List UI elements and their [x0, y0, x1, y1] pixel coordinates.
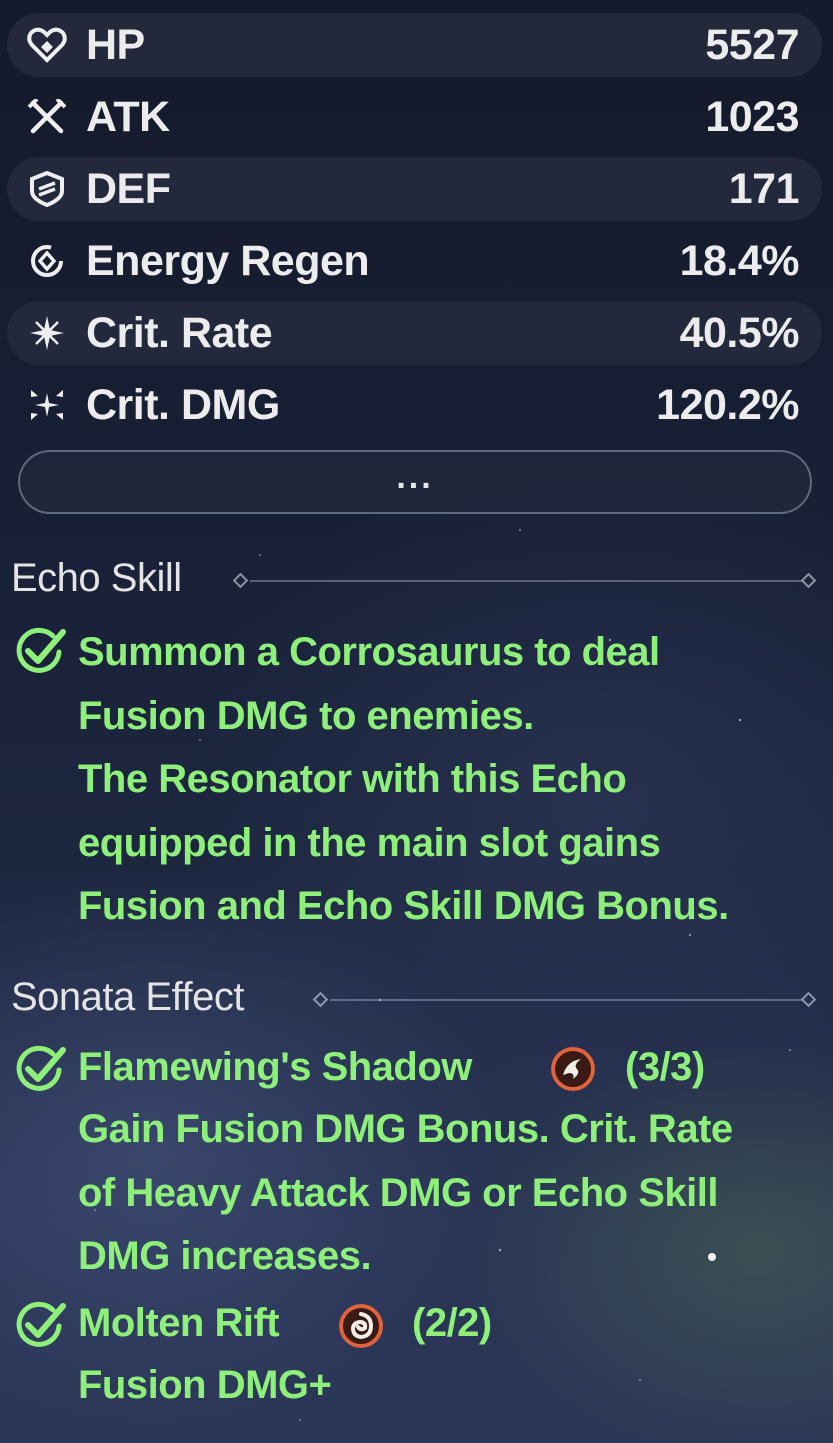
- stat-row-def: DEF 171: [7, 157, 822, 221]
- crossed-swords-icon: [27, 99, 67, 135]
- stat-row-crit-rate: Crit. Rate 40.5%: [7, 301, 822, 365]
- energy-regen-icon: [27, 243, 67, 279]
- echo-skill-line: Fusion and Echo Skill DMG Bonus.: [78, 884, 729, 928]
- crit-rate-star-icon: [27, 315, 67, 351]
- stat-label: Crit. Rate: [86, 309, 273, 357]
- check-circle-icon: [16, 627, 66, 673]
- stat-value: 1023: [705, 93, 799, 141]
- echo-skill-title: Echo Skill: [11, 556, 182, 600]
- sonata-line: of Heavy Attack DMG or Echo Skill: [78, 1170, 718, 1215]
- divider-diamond-icon: [232, 572, 249, 589]
- flamewing-icon: [551, 1047, 595, 1091]
- more-stats-button[interactable]: ...: [18, 450, 812, 514]
- sonata-set-count: (2/2): [412, 1301, 492, 1345]
- stat-label: Energy Regen: [86, 237, 370, 285]
- sonata-line: Fusion DMG+: [78, 1363, 332, 1407]
- check-circle-icon: [16, 1045, 66, 1091]
- sonata-set-count: (3/3): [625, 1045, 705, 1089]
- stat-value: 171: [728, 165, 800, 213]
- echo-skill-line: equipped in the main slot gains: [78, 820, 661, 865]
- stat-value: 120.2%: [656, 381, 799, 429]
- sonata-set-description: Gain Fusion DMG Bonus. Crit. Rate of Hea…: [78, 1098, 823, 1289]
- sonata-set-name: Flamewing's Shadow: [78, 1045, 472, 1089]
- stat-value: 5527: [705, 21, 799, 69]
- stat-value: 40.5%: [679, 309, 800, 357]
- echo-skill-description: Summon a Corrosaurus to deal Fusion DMG …: [78, 621, 823, 939]
- molten-rift-icon: [339, 1304, 383, 1348]
- crit-dmg-burst-icon: [27, 387, 67, 423]
- sonata-effect-title: Sonata Effect: [11, 975, 244, 1019]
- stat-label: HP: [86, 21, 145, 69]
- sonata-set-name: Molten Rift: [78, 1301, 280, 1345]
- divider-diamond-icon: [800, 991, 817, 1008]
- stat-row-energy-regen: Energy Regen 18.4%: [7, 229, 822, 293]
- stat-label: DEF: [86, 165, 171, 213]
- divider-diamond-icon: [800, 572, 817, 589]
- section-divider: [330, 999, 802, 1001]
- section-divider: [250, 580, 802, 582]
- echo-skill-line: The Resonator with this Echo: [78, 757, 627, 801]
- stat-list: HP 5527 ATK 1023 DEF 171 Energy Regen 18…: [7, 13, 822, 445]
- stat-row-atk: ATK 1023: [7, 85, 822, 149]
- stat-value: 18.4%: [679, 237, 800, 285]
- stat-row-hp: HP 5527: [7, 13, 822, 77]
- stat-label: Crit. DMG: [86, 381, 280, 429]
- check-circle-icon: [16, 1301, 66, 1347]
- echo-skill-line: Fusion DMG to enemies.: [78, 693, 534, 738]
- shield-icon: [27, 171, 67, 207]
- sonata-line: DMG increases.: [78, 1234, 372, 1278]
- divider-diamond-icon: [312, 991, 329, 1008]
- sonata-set-description: Fusion DMG+: [78, 1354, 823, 1418]
- echo-skill-line: Summon a Corrosaurus to deal: [78, 630, 660, 674]
- stat-label: ATK: [86, 93, 170, 141]
- heart-icon: [27, 27, 67, 63]
- sonata-line: Gain Fusion DMG Bonus. Crit. Rate: [78, 1107, 733, 1151]
- stat-row-crit-dmg: Crit. DMG 120.2%: [7, 373, 822, 437]
